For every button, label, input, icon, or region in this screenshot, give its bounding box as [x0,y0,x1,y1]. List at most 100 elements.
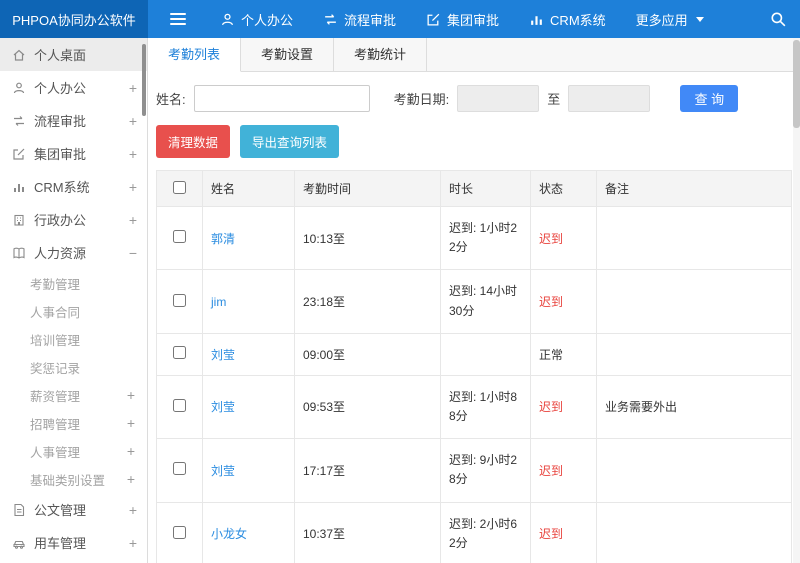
sidebar-item-personal-office[interactable]: 个人办公 + [0,71,147,104]
sidebar-subitem-hr-contract[interactable]: 人事合同 [0,297,147,325]
sidebar-item-label: 流程审批 [34,114,87,129]
flow-icon [325,13,336,25]
sidebar-subitem-label: 招聘管理 [30,417,81,432]
attendance-time: 09:53至 [294,374,441,440]
sidebar-item-crm-system[interactable]: CRM系统 + [0,170,147,203]
sidebar-item-personal-desktop[interactable]: 个人桌面 [0,38,147,71]
sidebar-item-vehicle-mgmt[interactable]: 用车管理 + [0,526,147,559]
to-label: 至 [547,92,561,107]
sidebar-item-admin-office[interactable]: 行政办公 + [0,203,147,236]
expand-toggle[interactable]: + [129,80,137,96]
sidebar-scrollbar[interactable] [142,44,146,116]
attendance-table: 姓名 考勤时间 时长 状态 备注 郭清 10:13至 迟到: 1小时22分 迟到 [156,170,792,563]
nav-label: CRM系统 [550,12,606,28]
sidebar-subitem-salary-mgmt[interactable]: 薪资管理 + [0,381,147,409]
sidebar-item-human-resources[interactable]: 人力资源 − [0,236,147,269]
collapse-toggle[interactable]: − [129,245,137,261]
clear-data-button[interactable]: 清理数据 [156,125,231,158]
attendance-time: 10:37至 [294,501,441,563]
edit-icon [427,13,440,25]
table-row: 刘莹 09:00至 正常 [156,332,792,376]
nav-crm-system[interactable]: CRM系统 [529,10,606,29]
nav-more-apps[interactable]: 更多应用 [636,10,704,29]
date-to-input[interactable] [568,85,651,112]
main-scrollbar-thumb[interactable] [793,40,800,128]
row-checkbox[interactable] [173,293,186,307]
row-checkbox[interactable] [173,398,186,412]
expand-toggle[interactable]: + [127,415,135,431]
sidebar-subitem-attendance-mgmt[interactable]: 考勤管理 [0,269,147,297]
attendance-time: 09:00至 [294,332,441,376]
query-button[interactable]: 查 询 [680,85,739,112]
employee-name-link[interactable]: jim [211,295,226,309]
sidebar-item-label: 用车管理 [34,536,87,551]
row-checkbox[interactable] [173,230,186,244]
row-checkbox[interactable] [173,525,186,539]
sidebar-subitem-label: 基础类别设置 [30,473,106,488]
expand-toggle[interactable]: + [129,179,137,195]
expand-toggle[interactable]: + [127,471,135,487]
row-checkbox[interactable] [173,462,186,476]
employee-name-link[interactable]: 刘莹 [211,400,235,414]
tab-attendance-list[interactable]: 考勤列表 [148,38,242,72]
sidebar-subitem-training-mgmt[interactable]: 培训管理 [0,325,147,353]
car-icon [13,540,25,549]
building-icon [14,214,24,226]
table-row: 小龙女 10:37至 迟到: 2小时62分 迟到 [156,501,792,563]
expand-toggle[interactable]: + [129,146,137,162]
main-scrollbar-track[interactable] [793,38,800,563]
name-input[interactable] [193,85,370,112]
status-text: 迟到 [539,463,564,478]
employee-name-link[interactable]: 小龙女 [211,527,247,541]
sidebar-item-group-approval[interactable]: 集团审批 + [0,137,147,170]
tab-attendance-settings[interactable]: 考勤设置 [241,38,335,71]
duration-line1: 迟到: 1小时22分 [449,221,518,255]
sidebar-subitem-label: 考勤管理 [30,277,81,292]
expand-toggle[interactable]: + [127,443,135,459]
nav-group-approval[interactable]: 集团审批 [426,10,499,29]
sidebar-subitem-label: 培训管理 [30,333,81,348]
duration-cell: 迟到: 1小时88分 [440,374,531,440]
sidebar-subitem-reward-punishment[interactable]: 奖惩记录 [0,353,147,381]
status-text: 迟到 [539,527,564,542]
tab-attendance-stats[interactable]: 考勤统计 [334,38,428,71]
sidebar-item-document-mgmt[interactable]: 公文管理 + [0,493,147,526]
note-cell [596,205,792,271]
status-text: 正常 [539,347,564,362]
sidebar-item-workflow-approval[interactable]: 流程审批 + [0,104,147,137]
employee-name-link[interactable]: 郭清 [211,232,235,246]
duration-cell: 迟到: 2小时62分 [440,501,531,563]
sidebar-subitem-personnel-mgmt[interactable]: 人事管理 + [0,437,147,465]
book-icon [13,247,25,259]
table-row: 刘莹 17:17至 迟到: 9小时28分 迟到 [156,438,792,503]
expand-toggle[interactable]: + [129,113,137,129]
sidebar-item-label: 人力资源 [34,246,87,261]
expand-toggle[interactable]: + [127,387,135,403]
nav-label: 更多应用 [635,12,688,28]
expand-toggle[interactable]: + [129,535,137,551]
nav-label: 集团审批 [447,12,500,28]
duration-cell [440,332,531,376]
date-from-input[interactable] [457,85,540,112]
nav-label: 个人办公 [241,12,294,28]
employee-name-link[interactable]: 刘莹 [211,464,235,478]
sidebar-subitem-recruitment-mgmt[interactable]: 招聘管理 + [0,409,147,437]
employee-name-link[interactable]: 刘莹 [211,348,235,362]
select-all-checkbox[interactable] [173,180,186,194]
search-icon[interactable] [770,11,786,27]
expand-toggle[interactable]: + [129,212,137,228]
user-icon [222,13,233,25]
export-list-button[interactable]: 导出查询列表 [240,125,340,158]
nav-personal-office[interactable]: 个人办公 [220,10,293,29]
sidebar-subitem-base-category-settings[interactable]: 基础类别设置 + [0,465,147,493]
row-checkbox[interactable] [173,346,186,360]
expand-toggle[interactable]: + [129,502,137,518]
menu-toggle-icon[interactable] [170,13,186,25]
tab-bar: 考勤列表 考勤设置 考勤统计 [148,38,800,72]
sidebar-item-label: 个人办公 [34,81,87,96]
table-header-row: 姓名 考勤时间 时长 状态 备注 [156,170,792,207]
nav-workflow-approval[interactable]: 流程审批 [323,10,396,29]
user-icon [13,82,25,93]
note-cell [596,501,792,563]
action-bar: 清理数据 导出查询列表 [148,123,800,170]
